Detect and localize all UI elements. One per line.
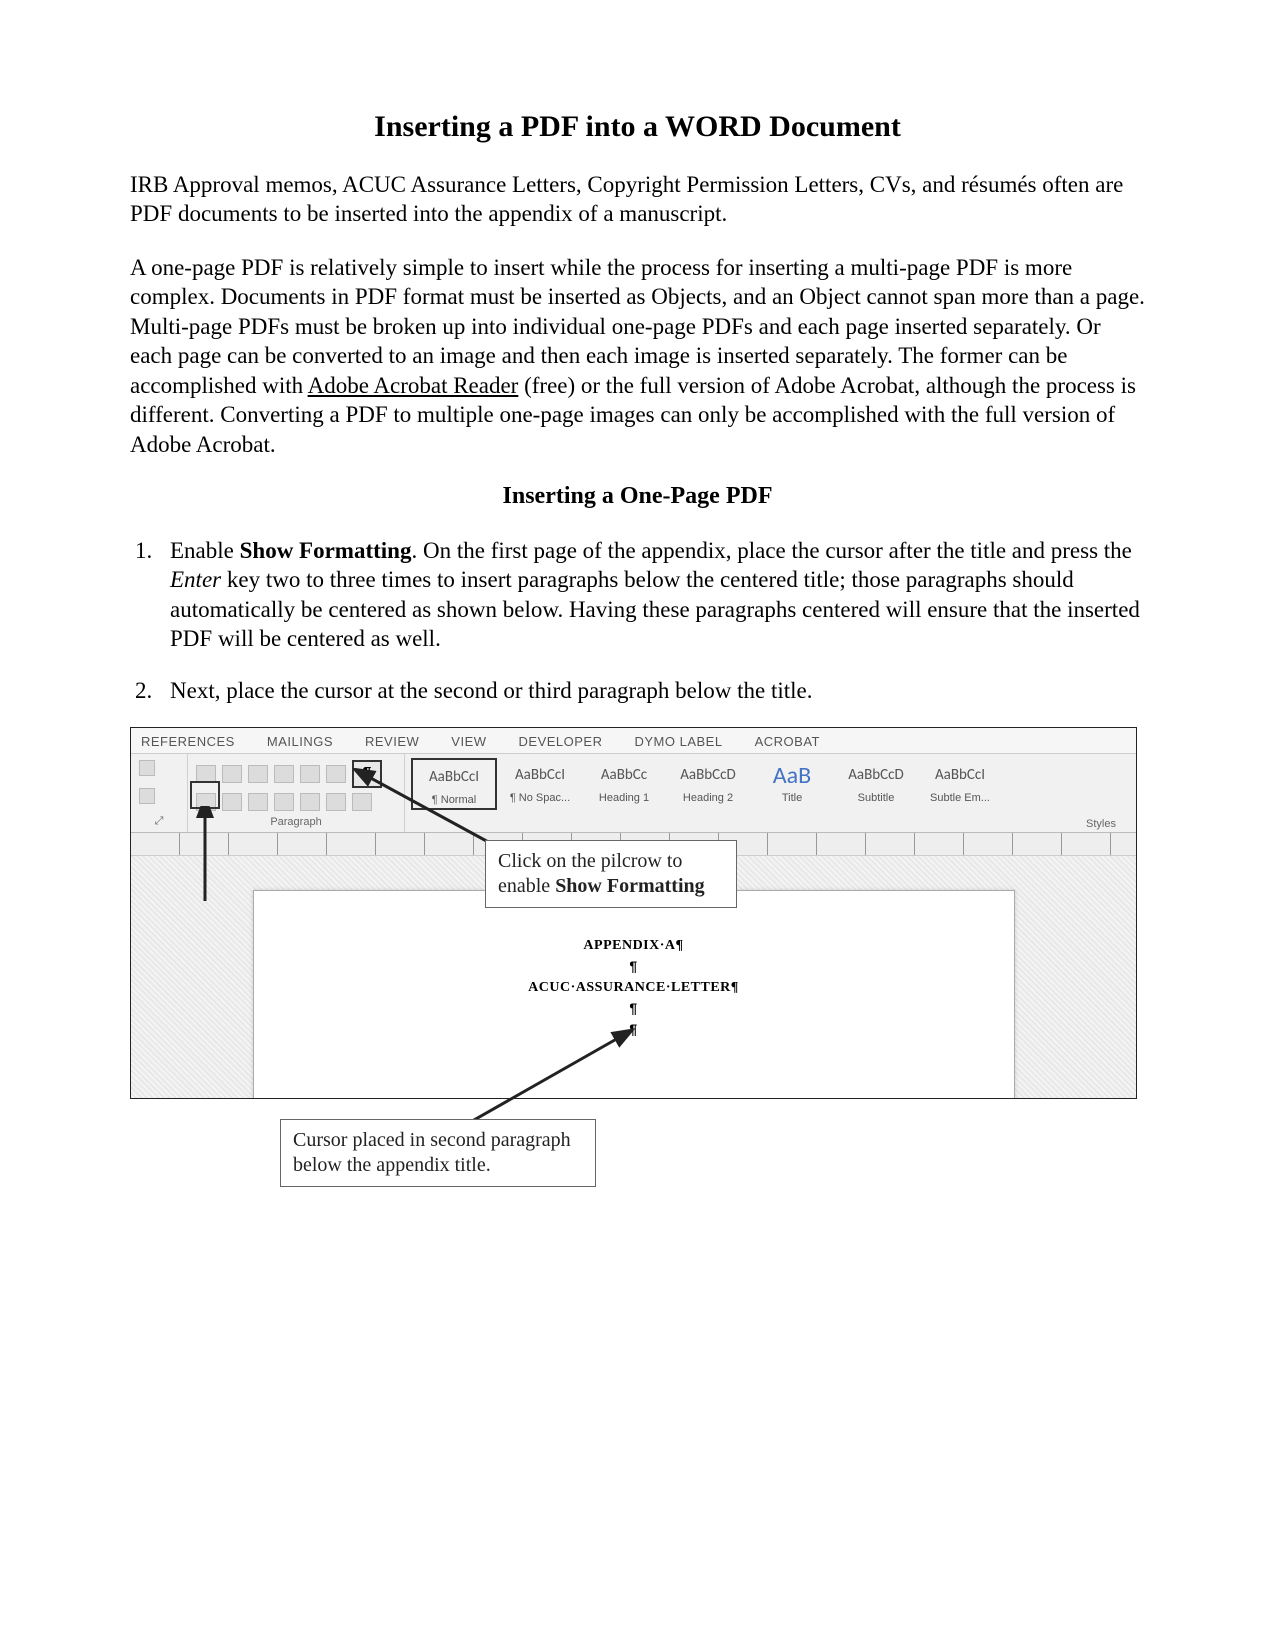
text: Show Formatting: [240, 538, 412, 563]
section-heading: Inserting a One-Page PDF: [130, 483, 1145, 510]
borders-icon[interactable]: [352, 793, 372, 811]
style-label: Heading 1: [585, 792, 663, 804]
style-label: Heading 2: [669, 792, 747, 804]
font-color-icon[interactable]: [139, 788, 155, 804]
align-right-icon[interactable]: [248, 793, 268, 811]
text: Enable: [170, 538, 240, 563]
ribbon-tab[interactable]: ACROBAT: [755, 734, 820, 749]
doc-line-appendix: APPENDIX·A¶: [254, 935, 1014, 956]
style-tile[interactable]: AaBbCcD Heading 2: [667, 758, 749, 806]
callout-cursor: Cursor placed in second paragraph below …: [280, 1119, 596, 1187]
style-tile[interactable]: AaBbCcI ¶ No Spac...: [499, 758, 581, 806]
styles-gallery[interactable]: AaBbCcI¶ NormalAaBbCcI¶ No Spac...AaBbCc…: [405, 754, 1136, 832]
ribbon-col-left: ⤢: [131, 754, 188, 832]
justify-icon[interactable]: [274, 793, 294, 811]
line-spacing-icon[interactable]: [300, 793, 320, 811]
style-tile[interactable]: AaBbCc Heading 1: [583, 758, 665, 806]
intro-paragraph-1: IRB Approval memos, ACUC Assurance Lette…: [130, 170, 1145, 229]
doc-cursor-line: ¶: [254, 1019, 1014, 1040]
style-label: ¶ Normal: [415, 794, 493, 806]
decrease-indent-icon[interactable]: [274, 765, 294, 783]
ribbon-paragraph-group: ¶ Paragraph: [188, 754, 405, 832]
ribbon-tab[interactable]: DYMO Label: [635, 734, 723, 749]
numbering-icon[interactable]: [222, 765, 242, 783]
style-label: ¶ No Spac...: [501, 792, 579, 804]
page-title: Inserting a PDF into a WORD Document: [130, 110, 1145, 144]
style-tile[interactable]: AaB Title: [751, 758, 833, 806]
style-preview: AaBbCcI: [415, 762, 493, 792]
style-preview: AaBbCc: [585, 760, 663, 790]
ribbon-tab[interactable]: DEVELOPER: [519, 734, 603, 749]
doc-line-acuc: ACUC·ASSURANCE·LETTER¶: [254, 977, 1014, 998]
ribbon-body: ⤢ ¶: [131, 753, 1136, 833]
doc-pilcrow: ¶: [254, 998, 1014, 1019]
pilcrow-button[interactable]: ¶: [352, 760, 382, 788]
format-painter-icon[interactable]: [139, 760, 155, 776]
style-tile[interactable]: AaBbCcD Subtitle: [835, 758, 917, 806]
acrobat-reader-link[interactable]: Adobe Acrobat Reader: [308, 373, 519, 398]
ribbon-tab[interactable]: REVIEW: [365, 734, 419, 749]
align-left-icon[interactable]: [196, 793, 216, 811]
style-preview: AaBbCcI: [501, 760, 579, 790]
step-1: Enable Show Formatting. On the first pag…: [158, 536, 1145, 654]
doc-pilcrow: ¶: [254, 956, 1014, 977]
ribbon-tab[interactable]: VIEW: [451, 734, 486, 749]
text: Show Formatting: [555, 875, 704, 897]
style-preview: AaBbCcI: [921, 760, 999, 790]
text: Enter: [170, 567, 221, 592]
style-tile[interactable]: AaBbCcI ¶ Normal: [411, 758, 497, 810]
callout-pilcrow: Click on the pilcrow to enable Show Form…: [485, 840, 737, 908]
style-label: Subtle Em...: [921, 792, 999, 804]
steps-list: Enable Show Formatting. On the first pag…: [130, 536, 1145, 705]
ribbon-tab[interactable]: MAILINGS: [267, 734, 333, 749]
style-label: Subtitle: [837, 792, 915, 804]
align-center-icon[interactable]: [222, 793, 242, 811]
text: . On the first page of the appendix, pla…: [411, 538, 1131, 563]
style-label: Title: [753, 792, 831, 804]
word-ribbon-screenshot: REFERENCES MAILINGS REVIEW VIEW DEVELOPER DYM…: [130, 727, 1137, 1099]
text: key two to three times to insert paragra…: [170, 567, 1140, 651]
style-preview: AaBbCcD: [669, 760, 747, 790]
step-2: Next, place the cursor at the second or …: [158, 676, 1145, 705]
multilevel-list-icon[interactable]: [248, 765, 268, 783]
increase-indent-icon[interactable]: [300, 765, 320, 783]
ribbon-tabs-row: REFERENCES MAILINGS REVIEW VIEW DEVELOPER DYM…: [131, 728, 1136, 753]
bullets-icon[interactable]: [196, 765, 216, 783]
intro-paragraph-2: A one-page PDF is relatively simple to i…: [130, 253, 1145, 459]
word-screenshot-figure: REFERENCES MAILINGS REVIEW VIEW DEVELOPER DYM…: [130, 727, 1145, 1099]
style-tile[interactable]: AaBbCcI Subtle Em...: [919, 758, 1001, 806]
style-preview: AaB: [753, 760, 831, 790]
styles-group-label: Styles: [1086, 818, 1116, 830]
sort-icon[interactable]: [326, 765, 346, 783]
style-preview: AaBbCcD: [837, 760, 915, 790]
shading-icon[interactable]: [326, 793, 346, 811]
document-page[interactable]: APPENDIX·A¶ ¶ ACUC·ASSURANCE·LETTER¶ ¶ ¶: [253, 890, 1015, 1099]
ribbon-tab[interactable]: REFERENCES: [141, 734, 235, 749]
paragraph-group-label: Paragraph: [196, 816, 396, 828]
group-expand-icon[interactable]: ⤢: [139, 815, 179, 828]
